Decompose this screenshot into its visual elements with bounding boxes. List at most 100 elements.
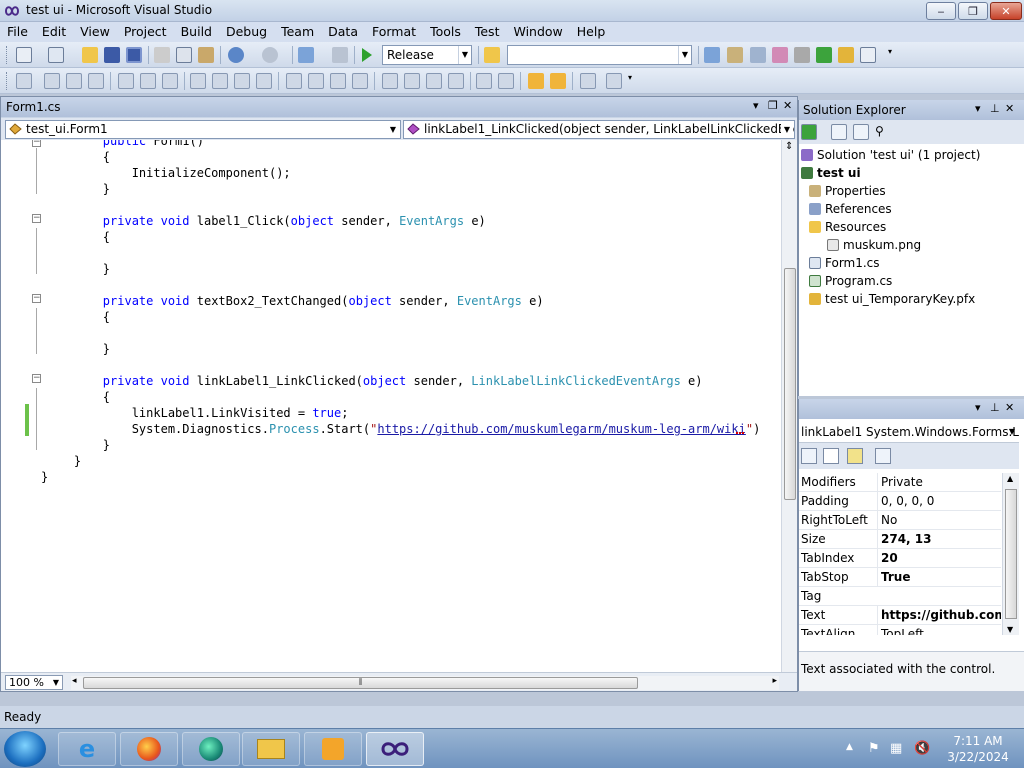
add-item-icon[interactable]: [48, 47, 64, 63]
save-all-icon[interactable]: [126, 47, 142, 63]
save-icon[interactable]: [104, 47, 120, 63]
property-row[interactable]: TextAlign TopLeft: [799, 625, 1001, 635]
lock-controls-icon[interactable]: [606, 73, 622, 89]
property-value[interactable]: Private: [877, 473, 1001, 492]
tree-item-image[interactable]: muskum.png: [827, 236, 921, 254]
close-panel-icon[interactable]: ✕: [1005, 401, 1014, 414]
tree-item-resources[interactable]: Resources: [809, 218, 886, 236]
pin-icon[interactable]: ⊥: [990, 102, 1000, 115]
properties-view-icon[interactable]: [823, 448, 839, 464]
open-folder-icon[interactable]: [82, 47, 98, 63]
menu-debug[interactable]: Debug: [219, 22, 274, 42]
decrease-vertical-spacing-icon[interactable]: [426, 73, 442, 89]
taskbar-internet-explorer[interactable]: e: [58, 732, 116, 766]
property-row[interactable]: Modifiers Private: [799, 473, 1001, 492]
undo-icon[interactable]: [228, 47, 244, 63]
menu-build[interactable]: Build: [174, 22, 219, 42]
network-icon[interactable]: ▦: [890, 741, 902, 756]
scroll-down-icon[interactable]: ▼: [1007, 625, 1013, 634]
menu-window[interactable]: Window: [506, 22, 569, 42]
toolbar-options-icon[interactable]: ▾: [888, 47, 896, 63]
align-middles-icon[interactable]: [140, 73, 156, 89]
menu-format[interactable]: Format: [365, 22, 423, 42]
property-value[interactable]: True: [877, 568, 1001, 587]
tree-item-references[interactable]: References: [809, 200, 892, 218]
tab-order-icon[interactable]: [580, 73, 596, 89]
property-row[interactable]: TabStop True: [799, 568, 1001, 587]
toolbar-options-icon[interactable]: ▾: [628, 73, 636, 89]
copy-icon[interactable]: [176, 47, 192, 63]
collapse-region-icon[interactable]: −: [32, 294, 41, 303]
increase-horizontal-spacing-icon[interactable]: [308, 73, 324, 89]
align-rights-icon[interactable]: [88, 73, 104, 89]
tree-item-solution[interactable]: Solution 'test ui' (1 project): [801, 146, 980, 164]
toolbar-grip[interactable]: [6, 46, 9, 64]
increase-vertical-spacing-icon[interactable]: [404, 73, 420, 89]
make-same-height-icon[interactable]: [234, 73, 250, 89]
tree-item-properties[interactable]: Properties: [809, 182, 886, 200]
decrease-horizontal-spacing-icon[interactable]: [330, 73, 346, 89]
property-value[interactable]: 274, 13: [877, 530, 1001, 549]
code-editor[interactable]: − − − − public Form1() { InitializeCompo…: [1, 140, 781, 672]
pin-icon[interactable]: ⊥: [990, 401, 1000, 414]
tools-icon[interactable]: [794, 47, 810, 63]
member-combo[interactable]: linkLabel1_LinkClicked(object sender, Li…: [403, 120, 795, 139]
tree-item-program[interactable]: Program.cs: [809, 272, 892, 290]
send-to-back-icon[interactable]: [550, 73, 566, 89]
property-value[interactable]: TopLeft: [877, 625, 1001, 635]
close-panel-icon[interactable]: ✕: [1005, 102, 1014, 115]
solution-explorer-icon[interactable]: [704, 47, 720, 63]
properties-window-icon[interactable]: [727, 47, 743, 63]
editor-vertical-scrollbar[interactable]: ⇕: [781, 140, 797, 672]
editor-horizontal-scrollbar[interactable]: ◂ ⦀ ▸: [71, 676, 779, 690]
center-horizontally-icon[interactable]: [476, 73, 492, 89]
bring-to-front-icon[interactable]: [528, 73, 544, 89]
close-button[interactable]: ✕: [990, 2, 1022, 20]
clock[interactable]: 7:11 AM 3/22/2024: [940, 733, 1016, 765]
navigate-backward-icon[interactable]: [298, 47, 314, 63]
find-in-files-icon[interactable]: [484, 47, 500, 63]
tree-item-project[interactable]: test ui: [801, 164, 861, 182]
property-row[interactable]: RightToLeft No: [799, 511, 1001, 530]
start-button[interactable]: [4, 731, 46, 767]
menu-file[interactable]: File: [0, 22, 35, 42]
paste-icon[interactable]: [198, 47, 214, 63]
object-browser-icon[interactable]: [750, 47, 766, 63]
menu-team[interactable]: Team: [274, 22, 321, 42]
find-combo[interactable]: ▼: [507, 45, 692, 65]
properties-icon[interactable]: [831, 124, 847, 140]
horizontal-spacing-icon[interactable]: [286, 73, 302, 89]
toolbox-icon[interactable]: [772, 47, 788, 63]
start-debugging-icon[interactable]: [360, 47, 374, 63]
tree-item-pfx[interactable]: test ui_TemporaryKey.pfx: [809, 290, 975, 308]
maximize-document-icon[interactable]: ❐: [768, 99, 778, 112]
tree-item-form1[interactable]: Form1.cs: [809, 254, 880, 272]
property-row[interactable]: Padding 0, 0, 0, 0: [799, 492, 1001, 511]
show-hidden-icons-icon[interactable]: ▲: [846, 742, 853, 752]
command-window-icon[interactable]: [860, 47, 876, 63]
menu-view[interactable]: View: [73, 22, 117, 42]
horizontal-scroll-thumb[interactable]: ⦀: [83, 677, 638, 689]
align-tops-icon[interactable]: [118, 73, 134, 89]
property-grid-scrollbar[interactable]: ▲ ▼: [1002, 473, 1019, 635]
remove-horizontal-spacing-icon[interactable]: [352, 73, 368, 89]
property-row[interactable]: Text https://github.com/muskumlegarm/musk…: [799, 606, 1001, 625]
collapse-region-icon[interactable]: −: [32, 374, 41, 383]
taskbar-explorer[interactable]: [242, 732, 300, 766]
align-to-grid-icon[interactable]: [16, 73, 32, 89]
zoom-combo[interactable]: 100 % ▼: [5, 675, 63, 690]
extension-manager-icon[interactable]: [838, 47, 854, 63]
size-to-grid-icon[interactable]: [212, 73, 228, 89]
events-lightning-icon[interactable]: [847, 448, 863, 464]
align-lefts-icon[interactable]: [44, 73, 60, 89]
close-document-icon[interactable]: ✕: [783, 99, 792, 112]
taskbar-app[interactable]: [182, 732, 240, 766]
refresh-icon[interactable]: [801, 124, 817, 140]
redo-icon[interactable]: [262, 47, 278, 63]
view-class-diagram-icon[interactable]: ⚲: [875, 124, 891, 140]
taskbar-media-player[interactable]: [304, 732, 362, 766]
minimize-button[interactable]: ‒: [926, 2, 956, 20]
toolbar-grip[interactable]: [6, 72, 9, 90]
menu-data[interactable]: Data: [321, 22, 365, 42]
split-handle-icon[interactable]: ⇕: [785, 141, 793, 152]
